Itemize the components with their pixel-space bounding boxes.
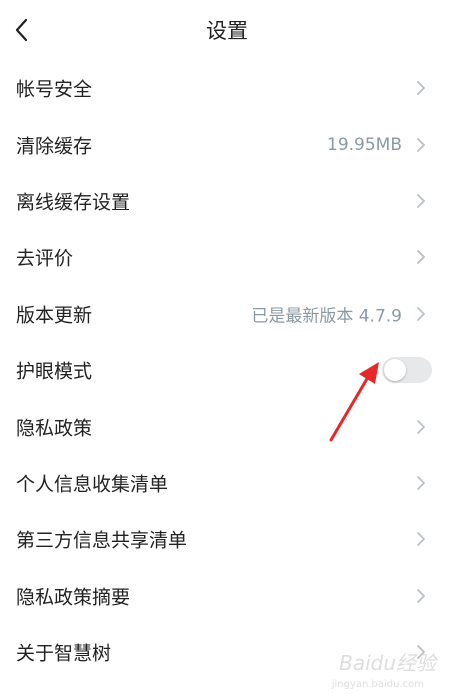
chevron-right-icon bbox=[416, 193, 426, 209]
annotation-arrow bbox=[329, 362, 379, 442]
settings-row-label: 帐号安全 bbox=[16, 78, 93, 101]
header-bar: 设置 bbox=[0, 0, 454, 60]
settings-row-privacy-policy[interactable]: 隐私政策 bbox=[0, 398, 454, 454]
chevron-right-icon bbox=[416, 249, 426, 265]
chevron-right-icon bbox=[416, 531, 426, 547]
settings-row-clear-cache[interactable]: 清除缓存 19.95MB bbox=[0, 116, 454, 172]
settings-row-label: 隐私政策摘要 bbox=[16, 586, 131, 609]
chevron-right-icon bbox=[416, 80, 426, 96]
settings-row-label: 护眼模式 bbox=[16, 360, 93, 383]
chevron-right-icon bbox=[416, 475, 426, 491]
settings-row-label: 隐私政策 bbox=[16, 417, 93, 440]
settings-row-value: 已是最新版本 4.7.9 bbox=[251, 306, 402, 327]
settings-row-label: 关于智慧树 bbox=[16, 642, 112, 665]
settings-row-version-update[interactable]: 版本更新 已是最新版本 4.7.9 bbox=[0, 286, 454, 342]
settings-row-personal-info-list[interactable]: 个人信息收集清单 bbox=[0, 455, 454, 511]
watermark: Baidu经验 bbox=[339, 651, 436, 675]
chevron-right-icon bbox=[416, 588, 426, 604]
settings-row-third-party-sharing[interactable]: 第三方信息共享清单 bbox=[0, 511, 454, 567]
chevron-right-icon bbox=[416, 137, 426, 153]
settings-row-label: 个人信息收集清单 bbox=[16, 473, 169, 496]
settings-row-privacy-summary[interactable]: 隐私政策摘要 bbox=[0, 568, 454, 624]
chevron-right-icon bbox=[416, 419, 426, 435]
settings-row-label: 第三方信息共享清单 bbox=[16, 529, 188, 552]
settings-row-label: 离线缓存设置 bbox=[16, 191, 131, 214]
page-title: 设置 bbox=[206, 19, 248, 43]
settings-row-rate-app[interactable]: 去评价 bbox=[0, 229, 454, 285]
settings-row-label: 清除缓存 bbox=[16, 135, 93, 158]
settings-row-account-security[interactable]: 帐号安全 bbox=[0, 60, 454, 116]
settings-row-label: 版本更新 bbox=[16, 304, 93, 327]
settings-list: 帐号安全清除缓存 19.95MB 离线缓存设置 去评价版本更新 已是最新版本 4.7.9… bbox=[0, 60, 454, 680]
settings-row-eye-protection: 护眼模式 bbox=[0, 342, 454, 398]
settings-row-value: 19.95MB bbox=[327, 134, 402, 155]
chevron-right-icon bbox=[416, 306, 426, 322]
toggle-knob bbox=[384, 359, 406, 382]
eye-protection-toggle[interactable] bbox=[382, 357, 432, 384]
watermark-url: jingyan.baidu.com bbox=[331, 679, 424, 690]
settings-row-offline-cache[interactable]: 离线缓存设置 bbox=[0, 173, 454, 229]
settings-row-label: 去评价 bbox=[16, 247, 74, 270]
